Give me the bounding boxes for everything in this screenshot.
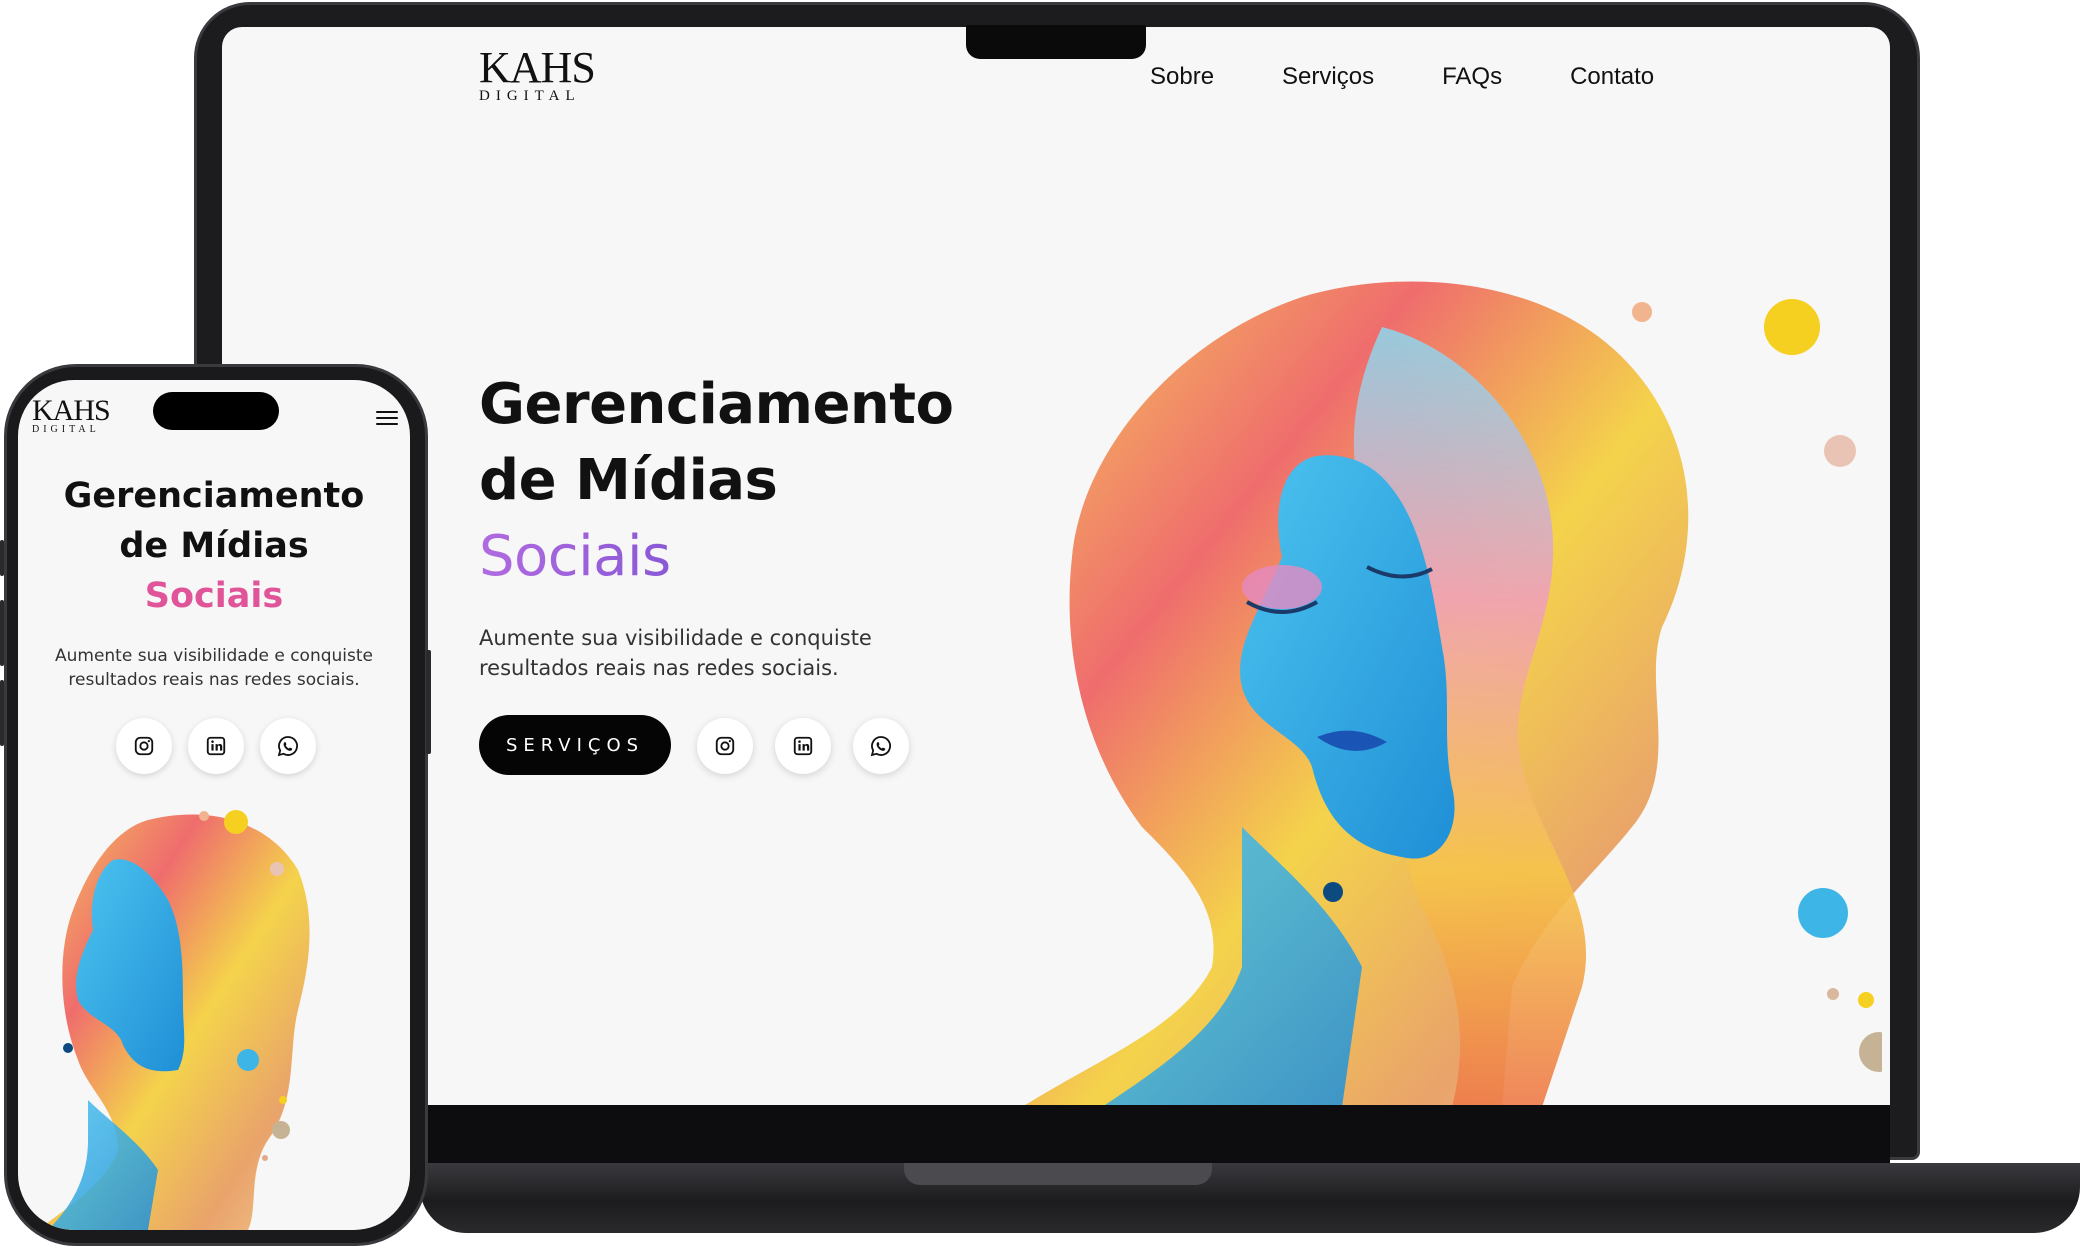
- logo-main-text: KAHS: [32, 394, 111, 427]
- instagram-icon: [134, 736, 154, 756]
- hero-title-line2: de Mídias: [119, 526, 309, 566]
- logo-sub-text: DIGITAL: [32, 424, 100, 435]
- logo-main-text: KAHS: [479, 43, 596, 92]
- hero-illustration: [1025, 281, 1882, 1105]
- brand-logo-mobile[interactable]: KAHS DIGITAL: [32, 394, 111, 436]
- nav-link-servicos[interactable]: Serviços: [1282, 63, 1374, 91]
- services-button[interactable]: SERVIÇOS: [479, 715, 671, 775]
- hero-title-accent: Sociais: [479, 524, 671, 589]
- whatsapp-icon: [277, 736, 298, 757]
- hero-illustration-mobile: [38, 810, 310, 1230]
- instagram-button[interactable]: [697, 718, 753, 774]
- laptop-screen: KAHS DIGITAL Sobre Serviços FAQs Contato…: [222, 27, 1890, 1105]
- linkedin-button[interactable]: [775, 718, 831, 774]
- linkedin-icon: [206, 736, 226, 756]
- nav-link-contato[interactable]: Contato: [1570, 63, 1654, 91]
- logo-sub-text: DIGITAL: [479, 88, 581, 104]
- phone-power-button: [426, 650, 431, 754]
- phone-dynamic-island: [153, 392, 279, 430]
- laptop-base: [420, 1163, 2080, 1233]
- instagram-icon: [715, 736, 735, 756]
- laptop-bezel-bottom: [222, 1105, 1890, 1163]
- hero-title-line2: de Mídias: [479, 448, 778, 513]
- hero-title-mobile: Gerenciamento de Mídias Sociais: [18, 471, 410, 621]
- nav-link-sobre[interactable]: Sobre: [1150, 63, 1214, 91]
- nav-link-faqs[interactable]: FAQs: [1442, 63, 1502, 91]
- hero-title: Gerenciamento de Mídias Sociais: [479, 367, 954, 595]
- linkedin-button-mobile[interactable]: [188, 718, 244, 774]
- laptop-trackpad-notch: [904, 1163, 1212, 1185]
- phone-side-button: [0, 600, 4, 666]
- hero-title-line1: Gerenciamento: [479, 372, 954, 437]
- whatsapp-button[interactable]: [853, 718, 909, 774]
- hamburger-menu-icon[interactable]: [376, 411, 398, 427]
- whatsapp-icon: [870, 736, 891, 757]
- hero-description: Aumente sua visibilidade e conquiste res…: [479, 626, 872, 680]
- main-nav: Sobre Serviços FAQs Contato: [1150, 63, 1722, 91]
- brand-logo[interactable]: KAHS DIGITAL: [479, 43, 596, 105]
- phone-side-button: [0, 680, 4, 746]
- phone-side-button: [0, 540, 4, 576]
- whatsapp-button-mobile[interactable]: [260, 718, 316, 774]
- hero-description-mobile: Aumente sua visibilidade e conquiste res…: [54, 646, 374, 690]
- phone-screen: KAHS DIGITAL Gerenciamento de Mídias Soc…: [18, 380, 410, 1230]
- linkedin-icon: [793, 736, 813, 756]
- hero-title-accent: Sociais: [144, 576, 284, 616]
- hero-title-line1: Gerenciamento: [63, 476, 365, 516]
- instagram-button-mobile[interactable]: [116, 718, 172, 774]
- laptop-notch: [966, 25, 1146, 59]
